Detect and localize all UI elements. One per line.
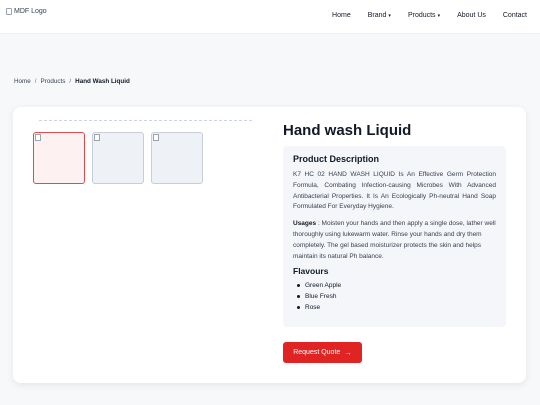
breadcrumb: Home / Products / Hand Wash Liquid (14, 78, 130, 85)
logo-alt-text: MDF Logo (14, 8, 47, 15)
nav-about-us[interactable]: About Us (457, 12, 486, 19)
usage-body: : Moisten your hands and then apply a si… (293, 220, 496, 260)
request-quote-label: Request Quote (293, 349, 341, 356)
site-header: MDF Logo Home Brand ▾ Products ▾ About Us … (0, 0, 540, 34)
breadcrumb-current: Hand Wash Liquid (75, 78, 130, 85)
request-quote-button[interactable]: Request Quote → (283, 342, 362, 363)
thumbnail-gallery (33, 132, 203, 184)
main-nav: Home Brand ▾ Products ▾ About Us Contact (315, 12, 527, 19)
product-title: Hand wash Liquid (283, 122, 412, 139)
nav-products[interactable]: Products ▾ (408, 12, 440, 19)
list-item: Green Apple (293, 280, 496, 291)
thumbnail-1[interactable] (33, 132, 85, 184)
main-image-placeholder (39, 120, 252, 121)
thumbnail-2[interactable] (92, 132, 144, 184)
breadcrumb-home[interactable]: Home (14, 78, 31, 85)
nav-brand[interactable]: Brand ▾ (368, 12, 391, 19)
broken-image-icon (35, 134, 41, 141)
product-description-box: Product Description K7 HC 02 HAND WASH L… (283, 146, 506, 327)
list-item: Blue Fresh (293, 291, 496, 302)
chevron-down-icon: ▾ (437, 12, 441, 19)
breadcrumb-separator: / (34, 78, 37, 85)
breadcrumb-separator: / (69, 78, 72, 85)
description-heading: Product Description (293, 154, 380, 164)
flavour-list: Green Apple Blue Fresh Rose (293, 280, 496, 313)
arrow-right-icon: → (344, 348, 352, 357)
site-logo[interactable]: MDF Logo (6, 8, 47, 15)
broken-image-icon (6, 8, 12, 15)
broken-image-icon (153, 134, 159, 141)
flavours-heading: Flavours (293, 266, 329, 277)
list-item: Rose (293, 302, 496, 313)
thumbnail-3[interactable] (151, 132, 203, 184)
chevron-down-icon: ▾ (388, 12, 391, 19)
usage-label: Usages (293, 220, 317, 228)
breadcrumb-products[interactable]: Products (41, 78, 66, 85)
nav-contact[interactable]: Contact (503, 12, 527, 19)
description-text: K7 HC 02 HAND WASH LIQUID Is An Effectiv… (293, 171, 496, 211)
nav-home[interactable]: Home (332, 12, 351, 19)
usage-text: Usages : Moisten your hands and then app… (293, 219, 496, 262)
product-card: Hand wash Liquid Product Description K7 … (13, 107, 526, 383)
broken-image-icon (94, 134, 100, 141)
